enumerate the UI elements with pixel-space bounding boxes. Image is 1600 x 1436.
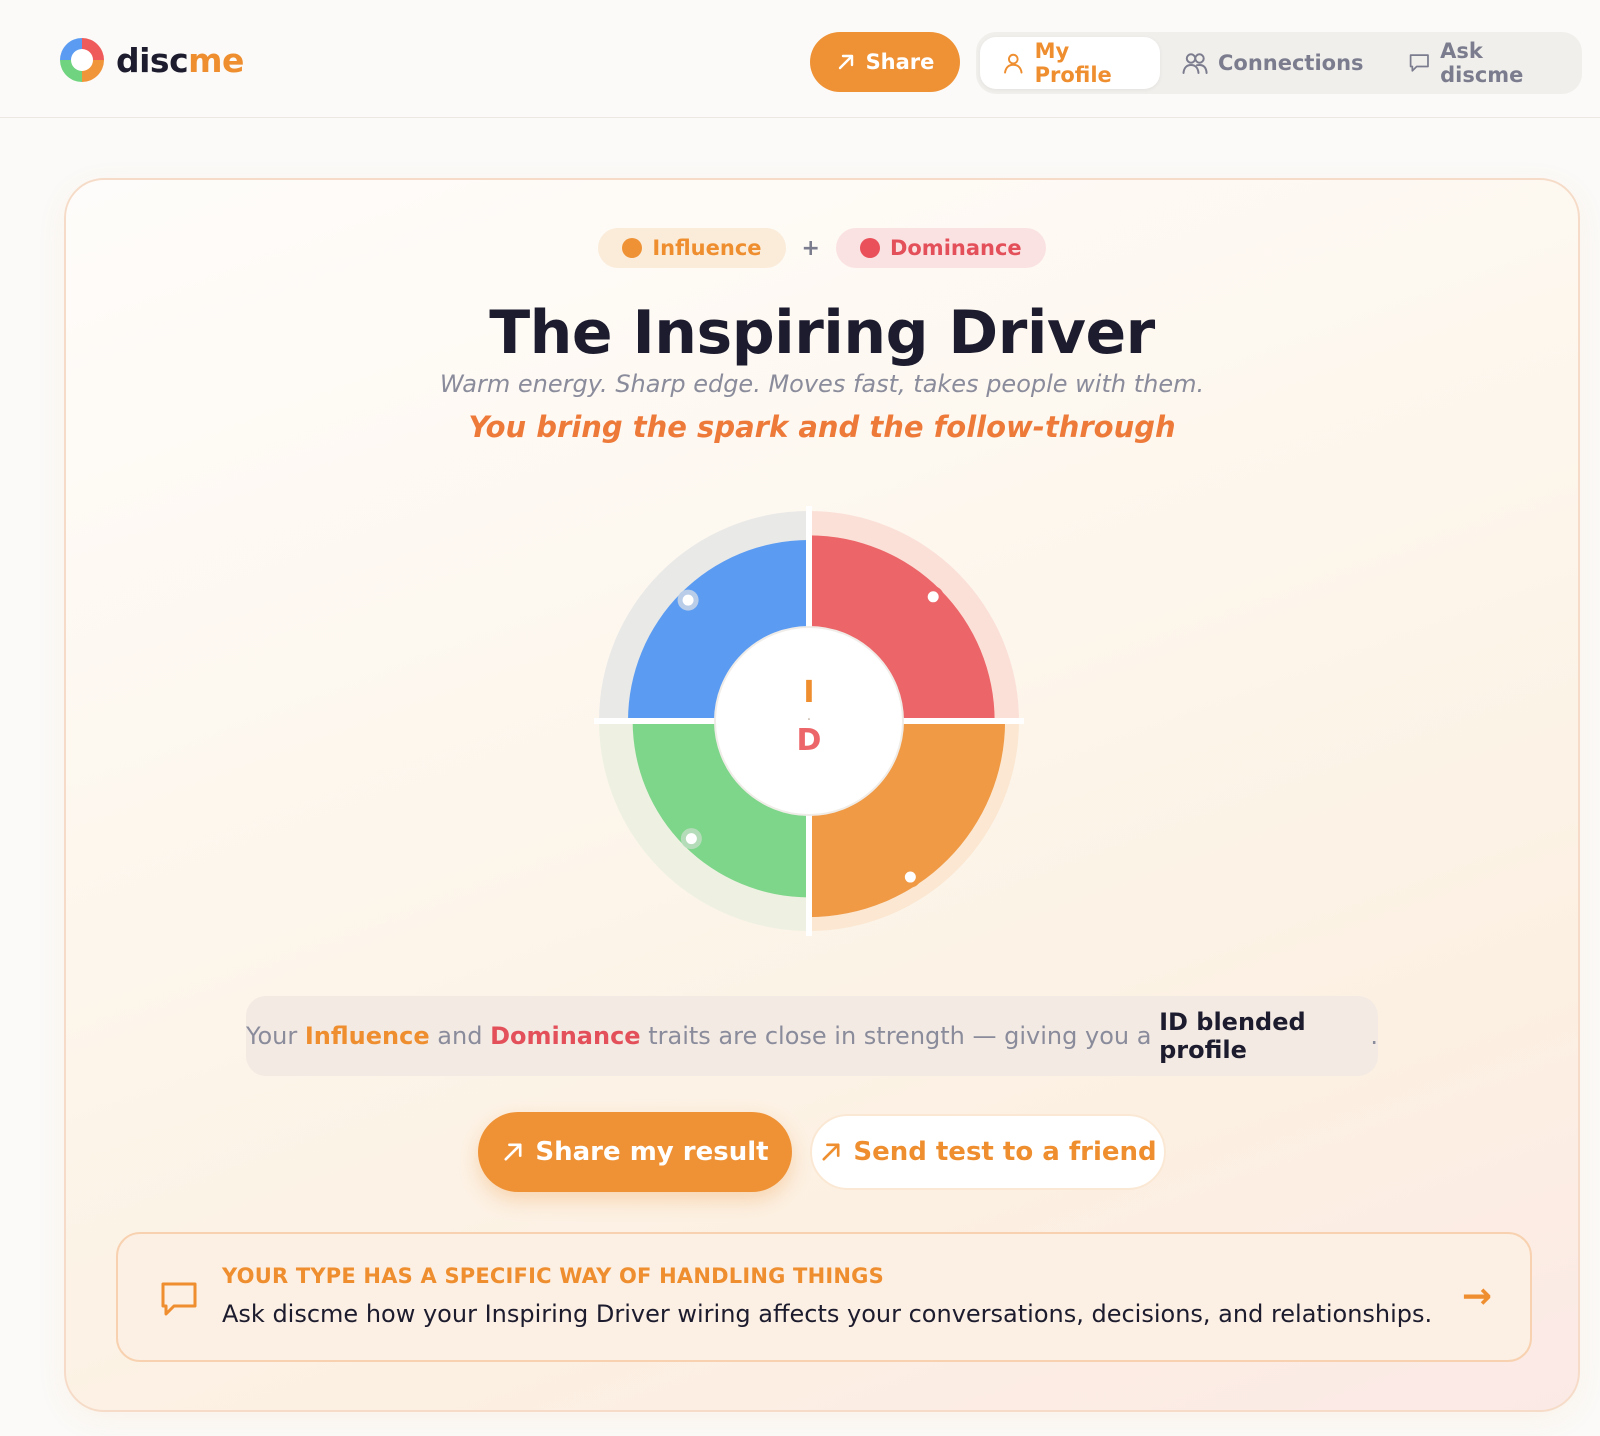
send-test-button[interactable]: Send test to a friend bbox=[810, 1114, 1166, 1190]
nav-my-profile-label: My Profile bbox=[1034, 39, 1112, 87]
nav-ask-discme-label: Ask discme bbox=[1440, 39, 1524, 87]
discme-logo[interactable]: discme bbox=[60, 38, 244, 82]
logo-wordmark: discme bbox=[116, 41, 244, 80]
arrow-right-icon: → bbox=[1461, 1276, 1492, 1317]
ask-discme-banner[interactable]: YOUR TYPE HAS A SPECIFIC WAY OF HANDLING… bbox=[116, 1232, 1532, 1362]
profile-subtitle: Warm energy. Sharp edge. Moves fast, tak… bbox=[439, 370, 1205, 398]
arrow-up-right-icon bbox=[504, 1143, 522, 1161]
header-share-label: Share bbox=[865, 50, 935, 74]
wheel-center-secondary: D bbox=[797, 723, 822, 758]
profile-tagline: You bring the spark and the follow-throu… bbox=[468, 410, 1176, 444]
nav-my-profile[interactable]: My Profile bbox=[980, 37, 1160, 89]
influence-dot-icon bbox=[622, 238, 643, 258]
header-share-button[interactable]: Share bbox=[810, 32, 960, 92]
nav-connections[interactable]: Connections bbox=[1160, 37, 1386, 89]
arrow-up-right-icon bbox=[822, 1143, 840, 1161]
logo-text-disc: disc bbox=[116, 40, 189, 80]
dominance-pill: Dominance bbox=[835, 228, 1046, 268]
wheel-marker-steadiness bbox=[680, 828, 702, 850]
blend-trait-influence: Influence bbox=[304, 1022, 430, 1050]
wheel-marker-influence bbox=[899, 866, 921, 888]
user-icon bbox=[1004, 53, 1023, 74]
result-card: Influence + Dominance The Inspiring Driv… bbox=[64, 178, 1580, 1412]
disc-wheel-chart: I · D bbox=[594, 506, 1024, 936]
dominance-pill-label: Dominance bbox=[889, 236, 1022, 260]
blend-and: and bbox=[429, 1022, 491, 1050]
wheel-marker-conscientiousness bbox=[677, 589, 699, 611]
logo-ring-icon bbox=[60, 38, 104, 82]
profile-title: The Inspiring Driver bbox=[489, 298, 1155, 368]
dominance-dot-icon bbox=[859, 238, 880, 258]
send-test-label: Send test to a friend bbox=[853, 1137, 1157, 1167]
chat-icon bbox=[1409, 54, 1429, 72]
blend-prefix: Your bbox=[246, 1022, 305, 1050]
trait-pills: Influence + Dominance bbox=[66, 228, 1578, 268]
blend-explanation: Your Influence and Dominance traits are … bbox=[246, 996, 1378, 1076]
logo-text-me: me bbox=[188, 40, 244, 80]
arrow-up-right-icon bbox=[838, 54, 853, 70]
blend-suffix: . bbox=[1370, 1022, 1378, 1050]
blend-profile-name: ID blended profile bbox=[1159, 1008, 1306, 1064]
plus-sign: + bbox=[801, 235, 820, 261]
influence-pill: Influence bbox=[598, 228, 786, 268]
nav-connections-label: Connections bbox=[1217, 51, 1364, 75]
blend-trait-dominance: Dominance bbox=[490, 1022, 641, 1050]
share-result-label: Share my result bbox=[535, 1137, 769, 1167]
wheel-marker-dominance bbox=[922, 586, 944, 608]
ask-banner-text: Ask discme how your Inspiring Driver wir… bbox=[222, 1300, 1433, 1328]
main-nav: My Profile Connections Ask discme bbox=[976, 32, 1582, 94]
blend-middle: traits are close in strength — giving yo… bbox=[640, 1022, 1160, 1050]
nav-ask-discme[interactable]: Ask discme bbox=[1386, 37, 1578, 89]
share-result-button[interactable]: Share my result bbox=[478, 1112, 792, 1192]
influence-pill-label: Influence bbox=[652, 236, 762, 260]
wheel-center-primary: I bbox=[803, 675, 814, 710]
top-navigation-bar: discme Share My Profile Connections Ask … bbox=[0, 0, 1600, 118]
users-icon bbox=[1182, 53, 1208, 74]
ask-banner-heading: YOUR TYPE HAS A SPECIFIC WAY OF HANDLING… bbox=[222, 1264, 884, 1288]
chat-bubble-icon bbox=[161, 1282, 197, 1316]
